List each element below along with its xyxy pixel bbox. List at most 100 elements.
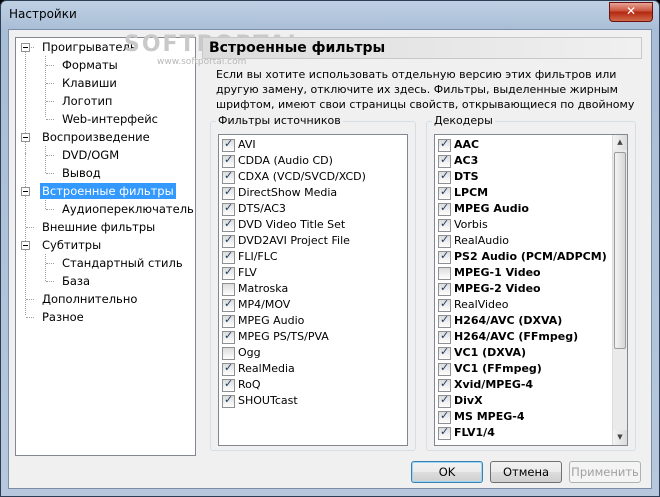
source-filter-row[interactable]: Ogg [222,346,261,362]
tree-item-playback[interactable]: Воспроизведение [42,129,150,145]
decoder-row[interactable]: VC1 (FFmpeg) [438,361,542,378]
apply-button[interactable]: Применить [569,461,641,483]
decoder-checkbox[interactable] [438,137,451,152]
decoder-checkbox[interactable] [438,201,451,216]
decoder-checkbox[interactable] [438,249,451,264]
decoder-row[interactable]: H264/AVC (FFmpeg) [438,329,578,346]
decoder-checkbox[interactable] [438,217,451,232]
source-filter-checkbox[interactable] [222,313,235,328]
decoder-row[interactable]: MPEG Audio [438,201,529,218]
tree-item-subtitles[interactable]: Субтитры [42,237,101,253]
ok-button[interactable]: OK [411,461,483,483]
source-filter-checkbox[interactable] [222,169,235,184]
decoder-checkbox[interactable] [438,377,451,392]
source-filter-checkbox[interactable] [222,249,235,264]
source-filter-row[interactable]: Matroska [222,282,288,298]
source-filter-row[interactable]: AVI [222,137,256,154]
decoder-row[interactable]: VC1 (DXVA) [438,345,526,362]
decoder-row[interactable]: MPEG-2 Video [438,281,541,298]
source-filter-row[interactable]: SHOUTcast [222,393,298,410]
decoder-checkbox[interactable] [438,345,451,360]
source-filter-row[interactable]: DVD Video Title Set [222,217,345,234]
tree-item-advanced[interactable]: Дополнительно [42,291,137,307]
tree-item-output[interactable]: Вывод [62,165,101,181]
cancel-button[interactable]: Отмена [490,461,562,483]
decoder-row[interactable]: MPEG-1 Video [438,266,541,282]
decoder-row[interactable]: LPCM [438,185,488,202]
scroll-down-icon[interactable]: ▼ [613,430,627,445]
tree-item-database[interactable]: База [62,273,90,289]
tree-item-external-filters[interactable]: Внешние фильтры [42,219,155,235]
source-filter-checkbox[interactable] [222,153,235,168]
decoder-row[interactable]: PS2 Audio (PCM/ADPCM) [438,249,607,266]
source-filter-row[interactable]: MPEG PS/TS/PVA [222,329,329,346]
decoder-checkbox[interactable] [438,153,451,168]
decoder-checkbox[interactable] [438,409,451,424]
decoders-scrollbar[interactable]: ▲ ▼ [612,135,627,445]
tree-item-dvd-ogm[interactable]: DVD/OGM [62,147,119,163]
decoder-checkbox[interactable] [438,393,451,408]
tree-item-formats[interactable]: Форматы [62,57,118,73]
decoder-checkbox[interactable] [438,297,451,312]
source-filter-checkbox[interactable] [222,297,235,312]
source-filter-checkbox[interactable] [222,265,235,280]
source-filter-row[interactable]: DTS/AC3 [222,201,286,218]
decoder-checkbox[interactable] [438,281,451,296]
scrollbar-thumb[interactable] [614,152,626,349]
decoder-row[interactable]: RealVideo [438,297,509,314]
decoder-checkbox[interactable] [438,185,451,200]
source-filter-row[interactable]: RoQ [222,377,261,394]
source-filter-checkbox[interactable] [222,329,235,344]
decoder-row[interactable]: DTS [438,169,479,186]
tree-item-player[interactable]: Проигрыватель [42,39,137,55]
decoder-row[interactable]: RealAudio [438,233,509,250]
decoder-checkbox[interactable] [438,361,451,376]
source-filter-row[interactable]: MPEG Audio [222,313,304,330]
tree-item-keys[interactable]: Клавиши [62,75,117,91]
decoder-row[interactable]: MS MPEG-4 [438,409,524,426]
source-filter-checkbox[interactable] [222,361,235,376]
decoder-row[interactable]: AC3 [438,153,478,170]
close-button[interactable]: ✕ [609,2,653,22]
source-filter-row[interactable]: FLI/FLC [222,249,278,266]
source-filter-checkbox[interactable] [222,393,235,408]
title-bar[interactable]: Настройки ✕ [1,1,659,29]
source-filter-row[interactable]: DirectShow Media [222,185,337,202]
scroll-up-icon[interactable]: ▲ [613,135,627,150]
source-filter-checkbox[interactable] [222,137,235,152]
decoder-checkbox[interactable] [438,425,451,440]
decoder-row[interactable]: Vorbis [438,217,488,234]
tree-item-internal-filters[interactable]: Встроенные фильтры [40,183,176,199]
decoder-checkbox[interactable] [438,267,451,280]
source-filter-checkbox[interactable] [222,283,235,296]
tree-item-misc[interactable]: Разное [42,309,84,325]
tree-item-logo[interactable]: Логотип [62,93,112,109]
source-filter-checkbox[interactable] [222,201,235,216]
source-filter-checkbox[interactable] [222,217,235,232]
collapse-icon[interactable] [21,43,30,52]
decoder-checkbox[interactable] [438,169,451,184]
source-filter-checkbox[interactable] [222,377,235,392]
source-filter-checkbox[interactable] [222,347,235,360]
source-filter-row[interactable]: FLV [222,265,257,282]
source-filter-row[interactable]: RealMedia [222,361,295,378]
decoder-row[interactable]: H264/AVC (DXVA) [438,313,562,330]
collapse-icon[interactable] [21,187,30,196]
decoder-row[interactable]: AAC [438,137,479,154]
source-filter-row[interactable]: CDDA (Audio CD) [222,153,333,170]
source-filter-checkbox[interactable] [222,233,235,248]
source-filter-checkbox[interactable] [222,185,235,200]
decoder-checkbox[interactable] [438,233,451,248]
collapse-icon[interactable] [21,133,30,142]
source-filter-row[interactable]: MP4/MOV [222,297,290,314]
tree-item-default-style[interactable]: Стандартный стиль [62,255,183,271]
source-filter-row[interactable]: DVD2AVI Project File [222,233,350,250]
decoder-checkbox[interactable] [438,329,451,344]
source-filter-row[interactable]: CDXA (VCD/SVCD/XCD) [222,169,366,186]
decoder-row[interactable]: Xvid/MPEG-4 [438,377,533,394]
tree-item-web-interface[interactable]: Web-интерфейс [62,111,158,127]
collapse-icon[interactable] [21,241,30,250]
tree-item-audio-switcher[interactable]: Аудиопереключатель [62,201,194,217]
decoder-row[interactable]: DivX [438,393,483,410]
decoder-row[interactable]: FLV1/4 [438,425,495,442]
